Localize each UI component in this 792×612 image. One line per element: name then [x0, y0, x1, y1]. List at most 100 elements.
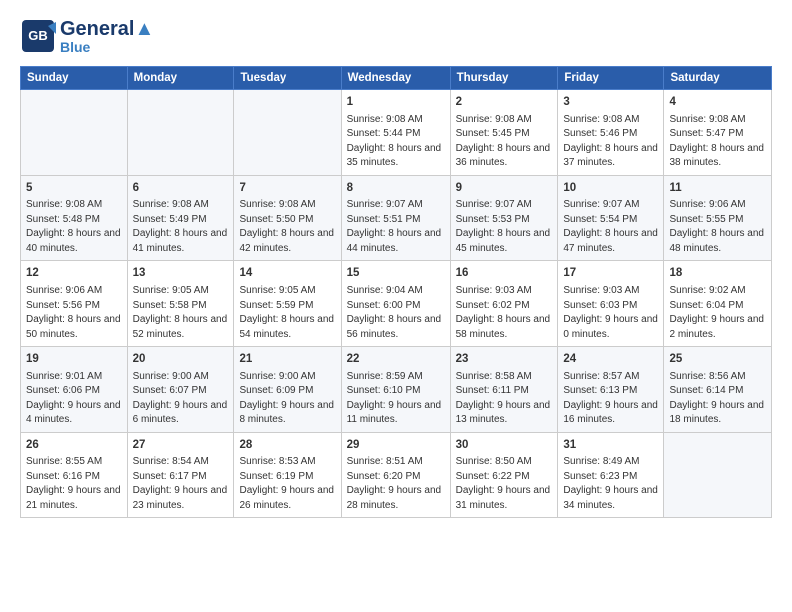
day-number: 17 [563, 265, 658, 282]
calendar-cell: 19 Sunrise: 9:01 AM Sunset: 6:06 PM Dayli… [21, 347, 128, 433]
calendar-cell: 12Sunrise: 9:06 AM Sunset: 5:56 PM Dayli… [21, 261, 128, 347]
weekday-header-thursday: Thursday [450, 67, 558, 90]
calendar-cell: 3Sunrise: 9:08 AM Sunset: 5:46 PM Daylig… [558, 90, 664, 176]
day-number: 23 [456, 351, 553, 368]
day-number: 2 [456, 94, 553, 111]
day-info: Sunrise: 8:51 AM Sunset: 6:20 PM Dayligh… [347, 455, 445, 513]
calendar-cell: 15Sunrise: 9:04 AM Sunset: 6:00 PM Dayli… [341, 261, 450, 347]
weekday-header-friday: Friday [558, 67, 664, 90]
day-number: 25 [669, 351, 766, 368]
calendar-header-row: SundayMondayTuesdayWednesdayThursdayFrid… [21, 67, 772, 90]
calendar-cell: 21 Sunrise: 9:00 AM Sunset: 6:09 PM Dayli… [234, 347, 341, 433]
day-number: 11 [669, 180, 766, 197]
calendar-cell: 31Sunrise: 8:49 AM Sunset: 6:23 PM Dayli… [558, 432, 664, 518]
calendar-cell [127, 90, 234, 176]
day-number: 22 [347, 351, 445, 368]
calendar-cell: 28Sunrise: 8:53 AM Sunset: 6:19 PM Dayli… [234, 432, 341, 518]
day-number: 26 [26, 437, 122, 454]
calendar-cell: 20 Sunrise: 9:00 AM Sunset: 6:07 PM Dayli… [127, 347, 234, 433]
day-info: Sunrise: 9:08 AM Sunset: 5:48 PM Dayligh… [26, 198, 122, 256]
calendar-week-row: 1Sunrise: 9:08 AM Sunset: 5:44 PM Daylig… [21, 90, 772, 176]
day-number: 18 [669, 265, 766, 282]
logo: GB General▲ Blue [20, 18, 154, 54]
day-info: Sunrise: 9:02 AM Sunset: 6:04 PM Dayligh… [669, 284, 766, 342]
day-info: Sunrise: 9:03 AM Sunset: 6:02 PM Dayligh… [456, 284, 553, 342]
calendar-cell: 11Sunrise: 9:06 AM Sunset: 5:55 PM Dayli… [664, 175, 772, 261]
day-number: 30 [456, 437, 553, 454]
day-info: Sunrise: 9:03 AM Sunset: 6:03 PM Dayligh… [563, 284, 658, 342]
calendar-cell [234, 90, 341, 176]
day-info: Sunrise: 9:08 AM Sunset: 5:50 PM Dayligh… [239, 198, 335, 256]
day-info: Sunrise: 9:08 AM Sunset: 5:47 PM Dayligh… [669, 113, 766, 171]
day-info: Sunrise: 8:53 AM Sunset: 6:19 PM Dayligh… [239, 455, 335, 513]
day-number: 7 [239, 180, 335, 197]
day-info: Sunrise: 8:49 AM Sunset: 6:23 PM Dayligh… [563, 455, 658, 513]
day-info: Sunrise: 9:05 AM Sunset: 5:58 PM Dayligh… [133, 284, 229, 342]
day-info: Sunrise: 9:07 AM Sunset: 5:53 PM Dayligh… [456, 198, 553, 256]
header: GB General▲ Blue [20, 18, 772, 54]
day-number: 16 [456, 265, 553, 282]
day-info: Sunrise: 9:07 AM Sunset: 5:54 PM Dayligh… [563, 198, 658, 256]
day-number: 12 [26, 265, 122, 282]
day-info: Sunrise: 9:01 AM Sunset: 6:06 PM Dayligh… [26, 370, 122, 428]
day-number: 29 [347, 437, 445, 454]
svg-text:GB: GB [28, 28, 48, 43]
logo-general: General▲ [60, 18, 154, 40]
calendar-cell: 8Sunrise: 9:07 AM Sunset: 5:51 PM Daylig… [341, 175, 450, 261]
weekday-header-wednesday: Wednesday [341, 67, 450, 90]
day-number: 1 [347, 94, 445, 111]
day-info: Sunrise: 8:56 AM Sunset: 6:14 PM Dayligh… [669, 370, 766, 428]
calendar-cell: 2 Sunrise: 9:08 AM Sunset: 5:45 PM Daylig… [450, 90, 558, 176]
calendar-cell: 29Sunrise: 8:51 AM Sunset: 6:20 PM Dayli… [341, 432, 450, 518]
day-info: Sunrise: 9:08 AM Sunset: 5:49 PM Dayligh… [133, 198, 229, 256]
logo-blue: Blue [60, 40, 154, 54]
day-number: 4 [669, 94, 766, 111]
calendar-cell: 23Sunrise: 8:58 AM Sunset: 6:11 PM Dayli… [450, 347, 558, 433]
day-number: 13 [133, 265, 229, 282]
day-info: Sunrise: 9:04 AM Sunset: 6:00 PM Dayligh… [347, 284, 445, 342]
day-number: 24 [563, 351, 658, 368]
weekday-header-sunday: Sunday [21, 67, 128, 90]
calendar-cell: 30Sunrise: 8:50 AM Sunset: 6:22 PM Dayli… [450, 432, 558, 518]
calendar-cell: 9Sunrise: 9:07 AM Sunset: 5:53 PM Daylig… [450, 175, 558, 261]
day-number: 3 [563, 94, 658, 111]
calendar-cell: 17 Sunrise: 9:03 AM Sunset: 6:03 PM Dayli… [558, 261, 664, 347]
day-info: Sunrise: 8:50 AM Sunset: 6:22 PM Dayligh… [456, 455, 553, 513]
day-info: Sunrise: 8:55 AM Sunset: 6:16 PM Dayligh… [26, 455, 122, 513]
day-info: Sunrise: 9:00 AM Sunset: 6:09 PM Dayligh… [239, 370, 335, 428]
day-info: Sunrise: 9:08 AM Sunset: 5:45 PM Dayligh… [456, 113, 553, 171]
day-number: 14 [239, 265, 335, 282]
calendar-week-row: 5Sunrise: 9:08 AM Sunset: 5:48 PM Daylig… [21, 175, 772, 261]
calendar-cell: 6Sunrise: 9:08 AM Sunset: 5:49 PM Daylig… [127, 175, 234, 261]
day-number: 21 [239, 351, 335, 368]
day-number: 20 [133, 351, 229, 368]
day-number: 8 [347, 180, 445, 197]
calendar-cell: 10Sunrise: 9:07 AM Sunset: 5:54 PM Dayli… [558, 175, 664, 261]
weekday-header-tuesday: Tuesday [234, 67, 341, 90]
calendar-cell: 1Sunrise: 9:08 AM Sunset: 5:44 PM Daylig… [341, 90, 450, 176]
calendar-cell: 14 Sunrise: 9:05 AM Sunset: 5:59 PM Dayli… [234, 261, 341, 347]
calendar-cell: 16 Sunrise: 9:03 AM Sunset: 6:02 PM Dayli… [450, 261, 558, 347]
calendar-cell: 24Sunrise: 8:57 AM Sunset: 6:13 PM Dayli… [558, 347, 664, 433]
day-number: 28 [239, 437, 335, 454]
day-info: Sunrise: 9:00 AM Sunset: 6:07 PM Dayligh… [133, 370, 229, 428]
day-number: 19 [26, 351, 122, 368]
calendar-week-row: 26Sunrise: 8:55 AM Sunset: 6:16 PM Dayli… [21, 432, 772, 518]
page: GB General▲ Blue SundayMondayTuesdayWedn… [0, 0, 792, 528]
day-number: 9 [456, 180, 553, 197]
calendar-cell [21, 90, 128, 176]
day-info: Sunrise: 9:05 AM Sunset: 5:59 PM Dayligh… [239, 284, 335, 342]
calendar-cell: 4 Sunrise: 9:08 AM Sunset: 5:47 PM Daylig… [664, 90, 772, 176]
day-info: Sunrise: 8:54 AM Sunset: 6:17 PM Dayligh… [133, 455, 229, 513]
day-number: 10 [563, 180, 658, 197]
day-info: Sunrise: 9:07 AM Sunset: 5:51 PM Dayligh… [347, 198, 445, 256]
calendar-table: SundayMondayTuesdayWednesdayThursdayFrid… [20, 66, 772, 518]
weekday-header-monday: Monday [127, 67, 234, 90]
calendar-cell: 26Sunrise: 8:55 AM Sunset: 6:16 PM Dayli… [21, 432, 128, 518]
calendar-cell [664, 432, 772, 518]
calendar-cell: 7Sunrise: 9:08 AM Sunset: 5:50 PM Daylig… [234, 175, 341, 261]
calendar-cell: 13 Sunrise: 9:05 AM Sunset: 5:58 PM Dayli… [127, 261, 234, 347]
weekday-header-saturday: Saturday [664, 67, 772, 90]
calendar-cell: 18 Sunrise: 9:02 AM Sunset: 6:04 PM Dayli… [664, 261, 772, 347]
calendar-cell: 5Sunrise: 9:08 AM Sunset: 5:48 PM Daylig… [21, 175, 128, 261]
